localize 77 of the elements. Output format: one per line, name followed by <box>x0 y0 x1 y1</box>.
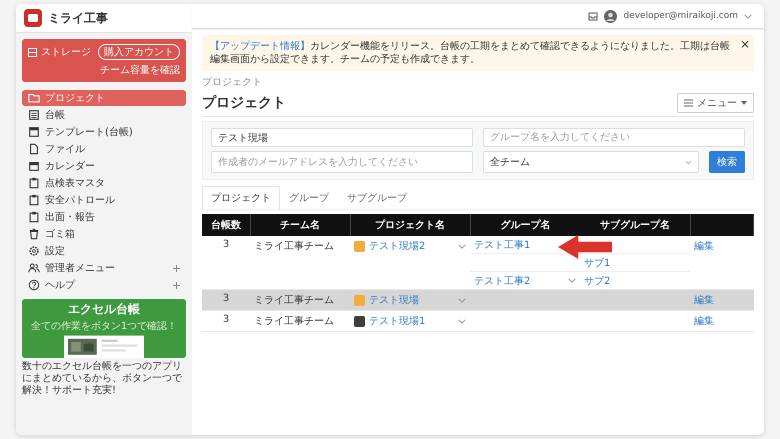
column-header: グループ名 <box>499 218 552 233</box>
sidebar-item[interactable]: 点検表マスタ <box>22 175 186 191</box>
sidebar-item[interactable]: 安全パトロール <box>22 192 186 208</box>
column-header: チーム名 <box>250 214 350 236</box>
document-icon <box>28 126 40 138</box>
menu-button[interactable]: メニュー <box>677 93 754 113</box>
clipboard-icon <box>28 177 40 189</box>
search-button[interactable]: 検索 <box>709 151 745 173</box>
project-name-field[interactable]: テスト現場 <box>211 128 473 147</box>
plus-icon[interactable] <box>173 264 180 272</box>
project-link[interactable]: テスト現場1 <box>369 314 454 328</box>
storage-label: ストレージ <box>41 46 92 59</box>
expand-icon[interactable] <box>458 244 466 248</box>
user-email[interactable]: developer@miraikoji.com <box>623 11 738 21</box>
sidebar-item[interactable]: テンプレート(台帳) <box>22 124 186 140</box>
notice-text: 【アップデート情報】カレンダー機能をリリース。台帳の工期をまとめて確認できるようになりました。工期は台帳編集画面から設定できます。チームの予定も作成できます。 <box>210 41 730 65</box>
project-link[interactable]: テスト現場2 <box>369 239 454 253</box>
subgroup-link[interactable]: サブ1 <box>584 256 610 270</box>
sidebar-item[interactable]: プロジェクト <box>22 90 186 106</box>
help-icon <box>28 279 40 291</box>
calendar-icon <box>28 160 40 172</box>
expand-icon[interactable] <box>458 318 466 324</box>
sidebar-item[interactable]: 台帳 <box>22 107 186 123</box>
sidebar-item[interactable]: 管理者メニュー <box>22 260 186 276</box>
list-icon <box>28 109 40 121</box>
expand-icon[interactable] <box>568 278 576 283</box>
sidebar-item[interactable]: 出面・報告 <box>22 209 186 225</box>
tab[interactable]: グループ <box>280 186 338 209</box>
storage-link[interactable]: チーム容量を確認 <box>100 63 180 77</box>
expand-icon[interactable] <box>458 298 466 302</box>
column-header: 台帳数 <box>202 214 250 236</box>
clipboard-icon <box>28 194 40 206</box>
table-cell: 3 <box>202 290 250 310</box>
breadcrumb[interactable]: プロジェクト <box>202 75 754 89</box>
column-header: プロジェクト名 <box>350 214 470 236</box>
edit-link[interactable]: 編集 <box>694 316 714 327</box>
sidebar-item[interactable]: ファイル <box>22 141 186 157</box>
app-logo-text: ミライ工事 <box>48 10 108 26</box>
sidebar-item[interactable]: 設定 <box>22 243 186 259</box>
creator-email-field[interactable]: 作成者のメールアドレスを入力してください <box>211 151 473 173</box>
table-cell: 3 <box>202 310 250 332</box>
sidebar-item[interactable]: カレンダー <box>22 158 186 174</box>
file-icon <box>28 143 40 155</box>
avatar-icon[interactable] <box>604 10 618 22</box>
subgroup-link[interactable]: サブ2 <box>584 274 610 288</box>
settings-icon <box>28 245 40 257</box>
edit-link[interactable]: 編集 <box>694 241 714 252</box>
promo-text: 数十のエクセル台帳を一つのアプリにまとめているから、ボタン一つで解決！サポート充実! <box>22 361 183 397</box>
group-name-field[interactable]: グループ名を入力してください <box>483 128 745 147</box>
plus-icon[interactable] <box>173 282 180 288</box>
table-cell: ミライ工事チーム <box>250 290 350 310</box>
menu-icon <box>684 99 693 107</box>
promo-banner[interactable]: エクセル台帳 全ての作業をボタン1つで確認！ <box>22 299 186 358</box>
edit-link[interactable]: 編集 <box>694 295 714 306</box>
close-button[interactable]: × <box>740 37 750 51</box>
users-icon <box>28 262 40 274</box>
team-select[interactable]: 全チーム <box>483 151 699 173</box>
table-cell: ミライ工事チーム <box>250 310 350 332</box>
column-header: サブグループ名 <box>598 218 671 233</box>
sidebar-item[interactable]: ゴミ箱 <box>22 226 186 242</box>
group-link[interactable]: テスト工事2 <box>474 274 530 288</box>
dropdown-icon[interactable] <box>744 14 752 18</box>
inbox-icon[interactable] <box>588 12 598 20</box>
folder-icon <box>28 92 40 104</box>
page-title: プロジェクト <box>202 94 286 112</box>
tab[interactable]: サブグループ <box>338 186 416 209</box>
clipboard-icon <box>28 211 40 223</box>
arrow-annotation <box>558 235 612 259</box>
tab[interactable]: プロジェクト <box>202 186 280 209</box>
trash-icon <box>28 228 40 240</box>
purchase-button[interactable]: 購入アカウント <box>98 44 180 60</box>
logo-icon <box>24 9 42 27</box>
group-link[interactable]: テスト工事1 <box>474 238 530 252</box>
storage-icon <box>28 48 37 56</box>
chevron-icon <box>685 160 692 164</box>
sidebar-item[interactable]: ヘルプ <box>22 277 186 293</box>
caret-icon <box>741 101 747 105</box>
